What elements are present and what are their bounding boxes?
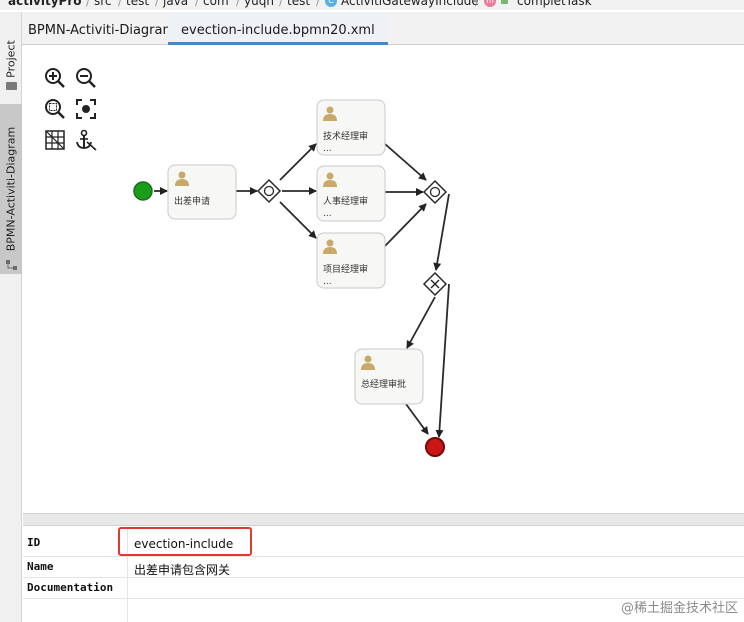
breadcrumb-item-test[interactable]: test [126, 0, 149, 10]
tab-bpmn-diagram[interactable]: BPMN-Activiti-Diagram [28, 12, 175, 45]
name-value-field[interactable]: 出差申请包含网关 [134, 561, 230, 578]
property-row-documentation: Documentation [23, 578, 744, 599]
breadcrumb-separator: / [316, 0, 321, 8]
documentation-label: Documentation [27, 581, 114, 594]
inclusive-gateway-fork[interactable] [256, 178, 282, 204]
breadcrumb-separator: / [279, 0, 284, 8]
breadcrumb-item-src[interactable]: src [94, 0, 112, 10]
breadcrumb-separator: / [195, 0, 200, 8]
flow-join-to-inclusive[interactable] [433, 193, 450, 271]
tab-evection-include-file[interactable]: evection-include.bpmn20.xml [168, 12, 388, 45]
task-project-label: 项目经理审 [323, 263, 368, 275]
task-tech-manager[interactable]: 技术经理审 ... [316, 99, 386, 156]
tool-window-strip: Project BPMN-Activiti-Diagram [0, 12, 22, 622]
editor-tab-bar: BPMN-Activiti-Diagram evection-include.b… [22, 12, 744, 45]
project-tab-label: Project [4, 40, 18, 78]
name-label: Name [27, 560, 54, 573]
inclusive-gateway-join[interactable] [422, 179, 448, 205]
task-hr-ellipsis: ... [323, 209, 332, 219]
task-hr-manager[interactable]: 人事经理审 ... [316, 165, 386, 222]
task-apply[interactable]: 出差申请 [167, 164, 237, 220]
highlight-box [118, 527, 252, 556]
task-hr-label: 人事经理审 [323, 195, 368, 207]
task-tech-label: 技术经理审 [323, 130, 368, 142]
bpmn-tool-tab[interactable]: BPMN-Activiti-Diagram [0, 104, 22, 274]
public-visibility-icon [501, 0, 508, 4]
breadcrumb-separator: / [155, 0, 160, 8]
start-event[interactable] [133, 181, 153, 201]
diagram-canvas[interactable]: 出差申请 技术经理审 ... 人事经理审 ... 项目经理审 ... 总经理审批 [23, 46, 744, 513]
task-project-ellipsis: ... [323, 277, 332, 287]
breadcrumb: activityPro / src / test / java / com / … [0, 0, 744, 10]
property-row-name: Name 出差申请包含网关 [23, 557, 744, 578]
end-event[interactable] [425, 437, 445, 457]
breadcrumb-item-test-pkg[interactable]: test [287, 0, 310, 10]
task-project-manager[interactable]: 项目经理审 ... [316, 232, 386, 289]
breadcrumb-item-method[interactable]: completTask [517, 0, 592, 10]
property-row-id: ID evection-include [23, 527, 744, 557]
breadcrumb-separator: / [475, 0, 480, 8]
diagram-icon [6, 260, 17, 270]
class-icon: C [325, 0, 337, 7]
task-general-manager[interactable]: 总经理审批 [354, 348, 424, 405]
exclusive-gateway[interactable] [422, 271, 448, 297]
flow-fork-to-project[interactable] [279, 201, 317, 239]
ide-window: activityPro / src / test / java / com / … [0, 0, 744, 622]
breadcrumb-item-java[interactable]: java [163, 0, 188, 10]
breadcrumb-item-yuqn[interactable]: yuqn [244, 0, 274, 10]
breadcrumb-separator: / [118, 0, 123, 8]
id-label: ID [27, 536, 41, 549]
flow-inclusive-to-end[interactable] [435, 283, 450, 438]
task-gm-label: 总经理审批 [361, 378, 406, 390]
flow-tech-to-join[interactable] [384, 143, 427, 181]
watermark: @稀土掘金技术社区 [620, 601, 738, 616]
method-icon: m [484, 0, 496, 7]
breadcrumb-item-class[interactable]: ActivitiGatewayInclude [341, 0, 479, 10]
panel-splitter[interactable] [23, 513, 744, 526]
breadcrumb-item-com[interactable]: com [203, 0, 229, 10]
flow-inclusive-to-gm[interactable] [406, 296, 436, 349]
task-apply-label: 出差申请 [174, 195, 210, 207]
project-tool-tab[interactable]: Project [0, 24, 22, 94]
flow-project-to-join[interactable] [384, 203, 427, 247]
bpmn-tab-label: BPMN-Activiti-Diagram [4, 126, 18, 252]
flow-gm-to-end[interactable] [405, 403, 429, 435]
breadcrumb-separator: / [236, 0, 241, 8]
folder-icon [6, 82, 17, 90]
breadcrumb-item-project[interactable]: activityPro [8, 0, 82, 10]
task-tech-ellipsis: ... [323, 144, 332, 154]
bpmn-diagram: 出差申请 技术经理审 ... 人事经理审 ... 项目经理审 ... 总经理审批 [133, 99, 450, 457]
flow-fork-to-tech[interactable] [279, 143, 317, 181]
breadcrumb-separator: / [86, 0, 91, 8]
